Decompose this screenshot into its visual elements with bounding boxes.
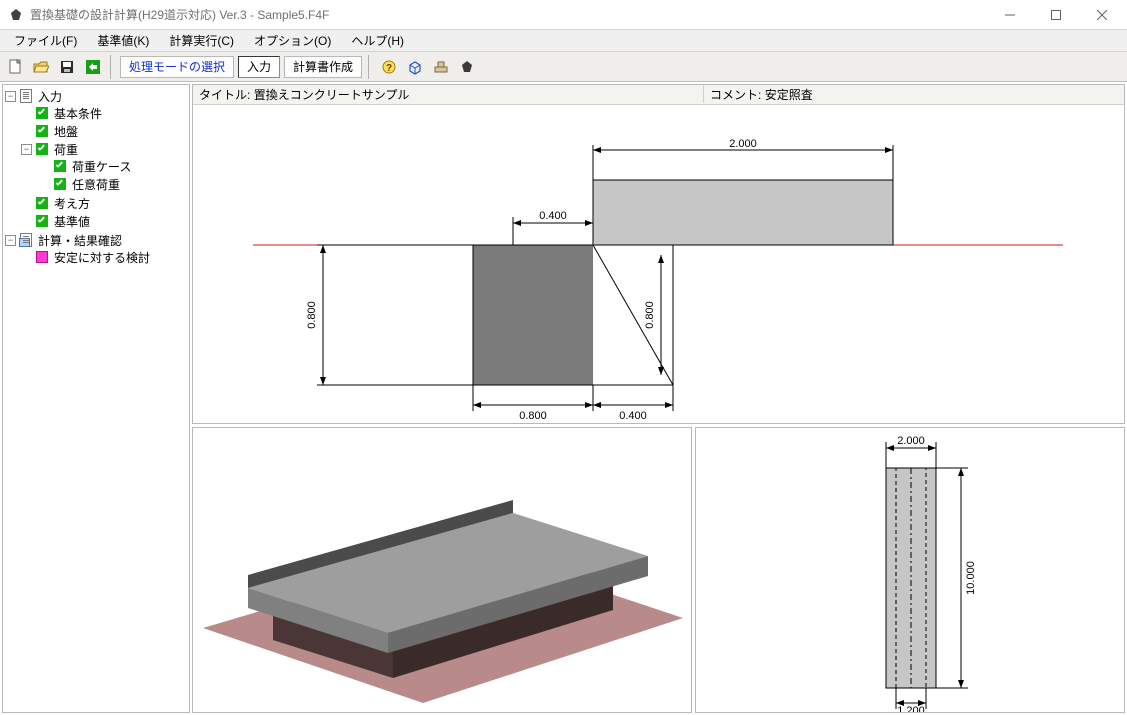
mode-input-button[interactable]: 入力 [238,56,280,78]
section-drawing: 2.000 0.400 0.800 0.800 0.800 [193,105,1123,423]
svg-text:0.800: 0.800 [306,301,318,329]
menu-file[interactable]: ファイル(F) [4,30,87,51]
tree-baseval[interactable]: 基準値 [52,213,92,230]
expand-calc[interactable]: − [5,235,16,246]
solid-icon[interactable] [455,55,479,79]
svg-text:?: ? [386,63,392,74]
mode-select-label: 処理モードの選択 [120,56,234,78]
new-button[interactable] [3,55,27,79]
help-button[interactable]: ? [377,55,401,79]
save-button[interactable] [55,55,79,79]
expand-input[interactable]: − [5,91,16,102]
menu-help[interactable]: ヘルプ(H) [341,30,414,51]
view-header: タイトル: 置換えコンクリートサンプル コメント: 安定照査 [193,85,1124,105]
svg-text:0.400: 0.400 [539,210,567,222]
plan-view[interactable]: 2.000 10.000 1.200 [695,427,1125,713]
tree-pane[interactable]: − 入力 基本条件 地盤 − 荷重 荷重ケース 任意荷重 [2,84,190,713]
svg-text:0.800: 0.800 [644,301,656,329]
svg-text:2.000: 2.000 [729,138,757,150]
run-button[interactable] [81,55,105,79]
check-icon [36,107,48,119]
iso-drawing [193,428,692,713]
maximize-button[interactable] [1033,0,1079,30]
minimize-button[interactable] [987,0,1033,30]
tree-input[interactable]: 入力 [36,88,64,105]
section-icon[interactable] [429,55,453,79]
app-icon [8,7,24,23]
close-button[interactable] [1079,0,1125,30]
menu-option[interactable]: オプション(O) [244,30,341,51]
svg-text:0.400: 0.400 [619,410,647,422]
menu-calc[interactable]: 計算実行(C) [159,30,244,51]
title-value: 置換えコンクリートサンプル [254,86,410,103]
tree-calcresult[interactable]: 計算・結果確認 [36,232,124,249]
tree-basic[interactable]: 基本条件 [52,105,104,122]
plan-drawing: 2.000 10.000 1.200 [696,428,1124,713]
check-icon [36,197,48,209]
calc-icon [19,233,33,247]
pink-icon [36,251,48,263]
box-icon[interactable] [403,55,427,79]
doc-icon [19,89,33,103]
check-icon [36,215,48,227]
check-icon [54,178,66,190]
tree-loadcase[interactable]: 荷重ケース [70,158,133,175]
window-title: 置換基礎の設計計算(H29道示対応) Ver.3 - Sample5.F4F [30,6,987,23]
tree-ground[interactable]: 地盤 [52,123,80,140]
menu-bar: ファイル(F) 基準値(K) 計算実行(C) オプション(O) ヘルプ(H) [0,30,1127,52]
tree-load[interactable]: 荷重 [52,141,80,158]
tree-stability[interactable]: 安定に対する検討 [52,249,152,266]
tree-concept[interactable]: 考え方 [52,195,92,212]
mode-report-button[interactable]: 計算書作成 [284,56,362,78]
iso-view[interactable] [192,427,692,713]
title-bar: 置換基礎の設計計算(H29道示対応) Ver.3 - Sample5.F4F [0,0,1127,30]
section-view[interactable]: タイトル: 置換えコンクリートサンプル コメント: 安定照査 [192,84,1125,424]
comment-value: 安定照査 [765,86,813,103]
comment-label: コメント: [710,86,761,103]
check-icon [54,160,66,172]
expand-load[interactable]: − [21,144,32,155]
tree-anyload[interactable]: 任意荷重 [70,176,122,193]
svg-text:0.800: 0.800 [519,410,547,422]
svg-text:10.000: 10.000 [965,561,977,595]
open-button[interactable] [29,55,53,79]
menu-baseval[interactable]: 基準値(K) [87,30,159,51]
toolbar: 処理モードの選択 入力 計算書作成 ? [0,52,1127,82]
svg-text:1.200: 1.200 [897,705,925,713]
check-icon [36,143,48,155]
check-icon [36,125,48,137]
svg-text:2.000: 2.000 [897,435,925,447]
title-label: タイトル: [199,86,250,103]
